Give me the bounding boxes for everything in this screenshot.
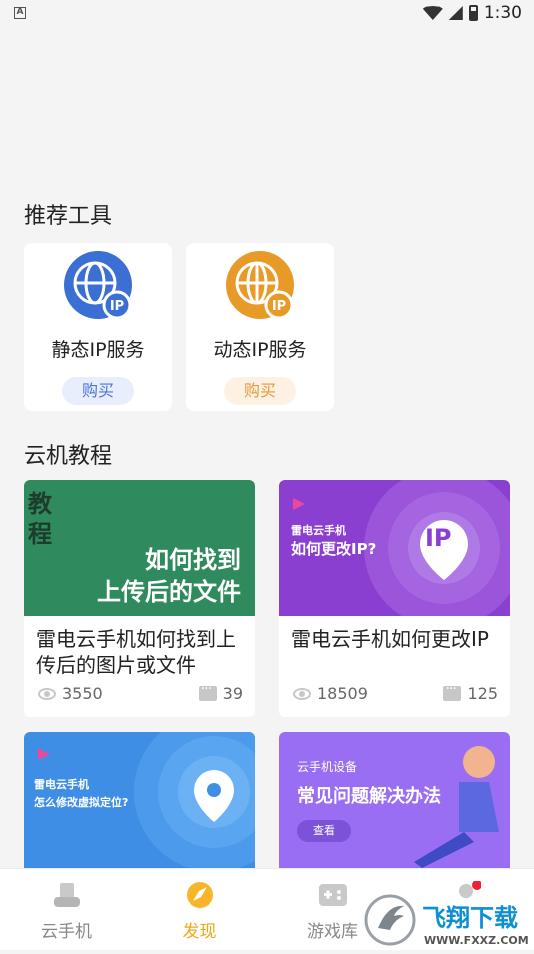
svg-text:IP: IP xyxy=(272,299,286,314)
cloud-phone-icon xyxy=(53,883,80,907)
eye-icon xyxy=(293,687,311,700)
svg-text:IP: IP xyxy=(110,299,124,314)
eye-icon xyxy=(38,687,56,700)
watermark-url: WWW.FXXZ.COM xyxy=(424,934,529,947)
thumbnail-heading: 如何找到 xyxy=(145,546,241,574)
buy-button-static-ip[interactable]: 购买 xyxy=(62,377,134,405)
wifi-icon xyxy=(422,6,443,20)
comment-count: 125 xyxy=(443,681,498,703)
tutorial-thumbnail: 教 程 如何找到 上传后的文件 xyxy=(24,480,255,616)
tutorials-title: 云机教程 xyxy=(24,444,113,469)
globe-ip-blue-icon: IP xyxy=(63,250,133,320)
recommended-tools-title: 推荐工具 xyxy=(24,204,113,229)
watermark: 飞翔下载 WWW.FXXZ.COM xyxy=(364,888,534,950)
tool-name: 静态IP服务 xyxy=(51,339,145,361)
view-count: 3550 xyxy=(38,684,103,703)
tool-name: 动态IP服务 xyxy=(213,339,307,361)
thumbnail-heading: 如何更改IP? xyxy=(291,540,377,558)
nav-label: 云手机 xyxy=(41,922,92,942)
thumbnail-view-button: 查看 xyxy=(297,820,351,842)
view-count-value: 3550 xyxy=(62,684,103,703)
tutorial-title: 雷电云手机如何找到上传后的图片或文件 xyxy=(36,627,236,677)
thumbnail-label: 程 xyxy=(28,520,52,548)
buy-button-dynamic-ip[interactable]: 购买 xyxy=(224,377,296,405)
comment-count-value: 39 xyxy=(222,684,243,703)
comment-icon xyxy=(443,681,462,701)
thumbnail-label: 雷电云手机 xyxy=(34,778,89,791)
view-count: 18509 xyxy=(293,684,368,703)
battery-icon xyxy=(468,5,478,21)
tool-card-static-ip[interactable]: IP 静态IP服务 购买 xyxy=(24,243,172,411)
comment-count: 39 xyxy=(198,681,243,703)
tool-card-dynamic-ip[interactable]: IP 动态IP服务 购买 xyxy=(186,243,334,411)
thumbnail-heading: 上传后的文件 xyxy=(97,578,241,606)
comment-count-value: 125 xyxy=(467,684,498,703)
globe-ip-orange-icon: IP xyxy=(225,250,295,320)
watermark-logo: 飞翔下载 WWW.FXXZ.COM xyxy=(364,894,529,947)
tutorial-thumbnail: 雷电云手机 如何更改IP? IP xyxy=(279,480,510,616)
ip-badge: IP xyxy=(425,524,452,552)
discover-icon xyxy=(186,882,213,908)
tutorial-title: 雷电云手机如何更改IP xyxy=(291,627,489,651)
tutorial-thumbnail: 雷电云手机 怎么修改虚拟定位? xyxy=(24,732,255,868)
nav-item-discover[interactable]: 发现 xyxy=(133,869,266,951)
tutorial-card[interactable]: 教 程 如何找到 上传后的文件 雷电云手机如何找到上传后的图片或文件 3550 … xyxy=(24,480,255,717)
tutorial-card[interactable]: 云手机设备 常见问题解决办法 查看 xyxy=(279,732,510,868)
comment-icon xyxy=(198,681,217,701)
tutorial-thumbnail: 云手机设备 常见问题解决办法 查看 xyxy=(279,732,510,868)
status-bar: A 1:30 xyxy=(0,0,534,28)
tutorial-card[interactable]: 雷电云手机 怎么修改虚拟定位? xyxy=(24,732,255,868)
gamepad-icon xyxy=(318,884,347,906)
view-count-value: 18509 xyxy=(317,684,368,703)
thumbnail-label: 云手机设备 xyxy=(297,760,358,774)
tutorial-card[interactable]: 雷电云手机 如何更改IP? IP 雷电云手机如何更改IP 18509 125 xyxy=(279,480,510,717)
nav-item-cloud-phone[interactable]: 云手机 xyxy=(0,869,133,951)
notification-icon: A xyxy=(14,7,26,19)
nav-label: 发现 xyxy=(182,922,217,942)
watermark-brand: 飞翔下载 xyxy=(422,904,518,932)
clock: 1:30 xyxy=(483,3,522,23)
thumbnail-heading: 常见问题解决办法 xyxy=(297,786,441,807)
thumbnail-label: 雷电云手机 xyxy=(291,524,346,537)
signal-icon xyxy=(448,6,463,20)
thumbnail-heading: 怎么修改虚拟定位? xyxy=(34,796,129,809)
